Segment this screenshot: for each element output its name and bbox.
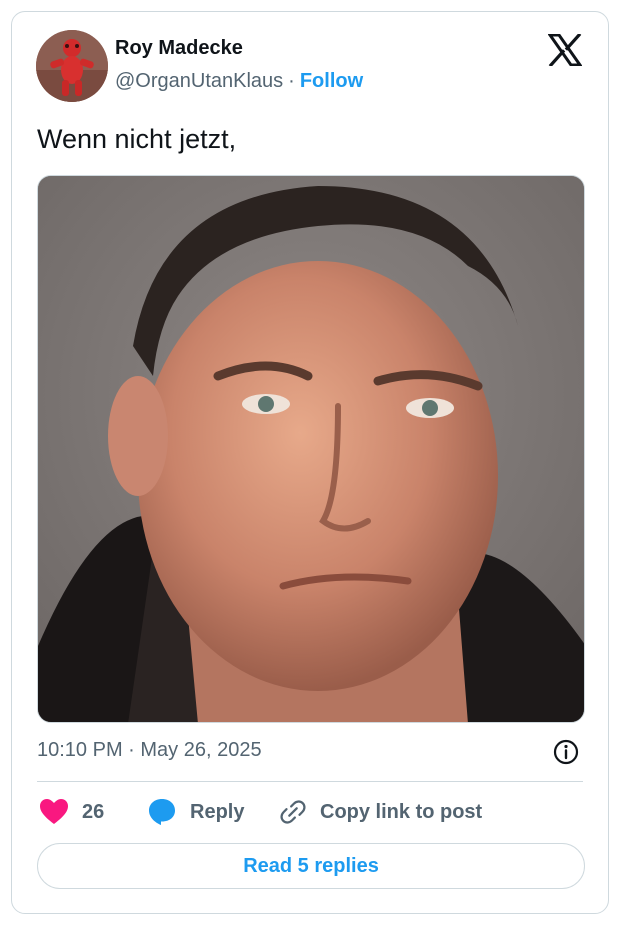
separator-dot: · [288, 70, 295, 92]
reply-bubble-icon [149, 799, 175, 825]
copy-link-button[interactable]: Copy link to post [280, 797, 482, 827]
tweet-card: Roy Madecke @OrganUtanKlaus · Follow Wenn … [11, 11, 609, 914]
read-replies-button[interactable]: Read 5 replies [37, 843, 585, 889]
like-count: 26 [82, 800, 105, 823]
tweet-timestamp[interactable]: 10:10 PM · May 26, 2025 [37, 739, 262, 762]
red-plush-toy-avatar-icon [36, 30, 108, 102]
reply-label: Reply [190, 800, 245, 823]
divider [37, 781, 583, 782]
author-handle-row: @OrganUtanKlaus · Follow [115, 70, 363, 93]
author-handle[interactable]: @OrganUtanKlaus [115, 70, 283, 92]
info-icon[interactable] [553, 739, 579, 765]
tweet-photo[interactable] [37, 175, 585, 723]
avatar[interactable] [36, 30, 108, 102]
copy-link-label: Copy link to post [320, 800, 483, 823]
photo-portrait-icon [38, 176, 584, 722]
link-icon [280, 800, 306, 824]
reply-button[interactable]: Reply [148, 797, 244, 827]
heart-icon [40, 799, 68, 824]
tweet-text: Wenn nicht jetzt, [37, 124, 237, 154]
author-name[interactable]: Roy Madecke [115, 37, 243, 60]
follow-button[interactable]: Follow [300, 70, 363, 92]
like-button[interactable]: 26 [40, 797, 104, 827]
x-logo-icon[interactable] [547, 32, 583, 68]
